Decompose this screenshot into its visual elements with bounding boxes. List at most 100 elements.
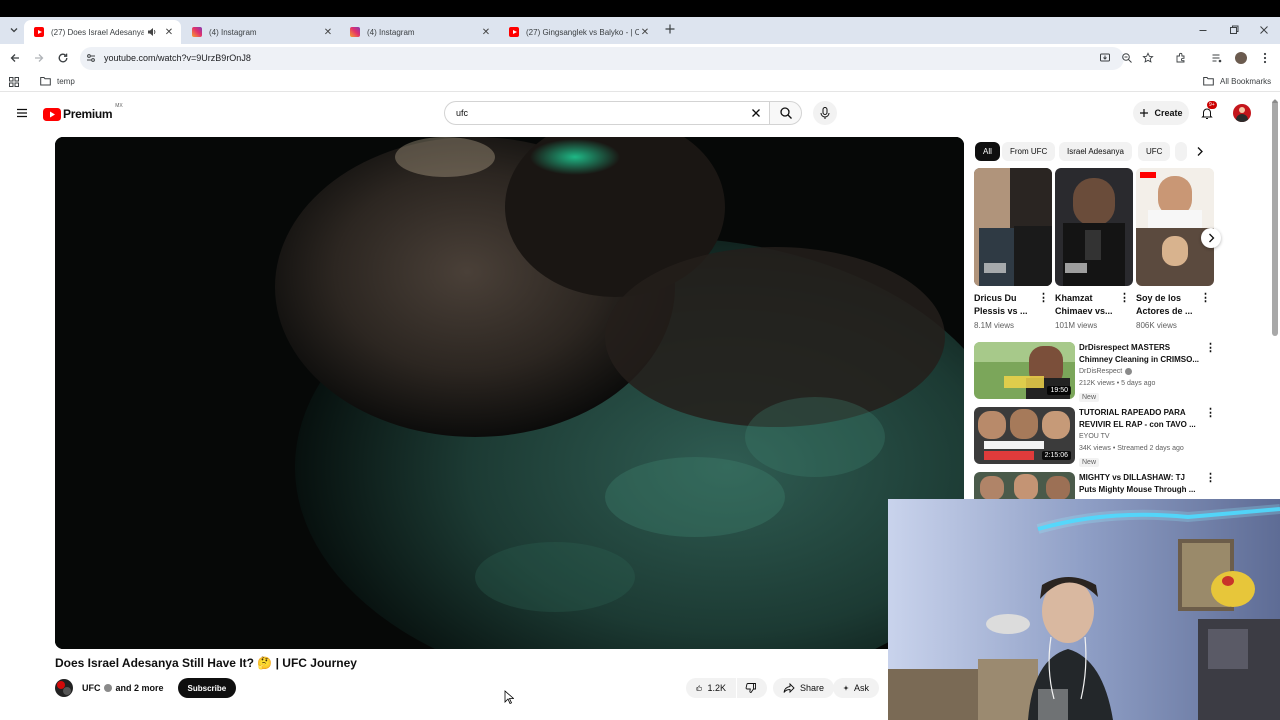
short-item[interactable]: Dricus Du Plessis vs ... 8.1M views ⋮ bbox=[974, 168, 1052, 330]
youtube-premium-logo[interactable]: Premium MX bbox=[43, 103, 123, 122]
tab-instagram-1[interactable]: (4) Instagram ✕ bbox=[182, 20, 340, 44]
scroll-up-arrow-icon[interactable] bbox=[1271, 98, 1279, 104]
account-avatar[interactable] bbox=[1233, 104, 1251, 122]
recommended-video[interactable]: 2:15:06 TUTORIAL RAPEADO PARA REVIVIR EL… bbox=[974, 407, 1216, 467]
tab-search-button[interactable] bbox=[8, 24, 20, 36]
ask-button[interactable]: Ask bbox=[833, 678, 879, 698]
extensions-icon[interactable] bbox=[1175, 52, 1187, 64]
voice-search-button[interactable] bbox=[813, 101, 837, 125]
close-tab-icon[interactable]: ✕ bbox=[163, 27, 175, 38]
more-options-icon[interactable]: ⋮ bbox=[1205, 343, 1216, 354]
like-button[interactable]: 1.2K bbox=[686, 678, 736, 698]
search-input[interactable]: ufc bbox=[456, 108, 468, 118]
video-thumbnail[interactable]: 19:50 bbox=[974, 342, 1075, 399]
more-channels-link[interactable]: and 2 more bbox=[116, 683, 164, 693]
thumbs-up-icon bbox=[696, 685, 703, 691]
chip-partial[interactable] bbox=[1175, 142, 1187, 161]
dislike-button[interactable] bbox=[737, 678, 767, 698]
video-title: DrDisrespect MASTERS Chimney Cleaning in… bbox=[1079, 343, 1200, 364]
search-box[interactable]: ufc bbox=[444, 101, 770, 125]
bookmarks-bar: temp All Bookmarks bbox=[0, 72, 1280, 92]
share-button[interactable]: Share bbox=[773, 678, 835, 698]
browser-menu-icon[interactable] bbox=[1261, 51, 1269, 65]
new-badge: New bbox=[1079, 458, 1100, 467]
site-info-icon[interactable] bbox=[86, 53, 96, 63]
address-toolbar: youtube.com/watch?v=9UrzB9rOnJ8 bbox=[0, 44, 1280, 72]
youtube-logo-icon bbox=[43, 107, 61, 121]
media-controls-icon[interactable] bbox=[1211, 52, 1223, 64]
video-title: TUTORIAL RAPEADO PARA REVIVIR EL RAP - c… bbox=[1079, 408, 1196, 429]
chip-all[interactable]: All bbox=[975, 142, 1000, 161]
short-thumbnail[interactable] bbox=[974, 168, 1052, 286]
more-options-icon[interactable]: ⋮ bbox=[1038, 293, 1049, 304]
folder-icon bbox=[40, 77, 51, 86]
channel-name[interactable]: UFC bbox=[82, 683, 101, 693]
recommended-video[interactable]: 19:50 DrDisrespect MASTERS Chimney Clean… bbox=[974, 342, 1216, 402]
short-thumbnail[interactable] bbox=[1136, 168, 1214, 286]
tab-title: (4) Instagram bbox=[209, 27, 257, 37]
share-label: Share bbox=[800, 683, 825, 693]
subscribe-button[interactable]: Subscribe bbox=[177, 678, 237, 698]
all-bookmarks-button[interactable]: All Bookmarks bbox=[1203, 76, 1271, 86]
close-tab-icon[interactable]: ✕ bbox=[639, 27, 651, 38]
short-title: Dricus Du Plessis vs ... bbox=[974, 293, 1028, 316]
close-window-button[interactable] bbox=[1257, 23, 1271, 37]
notifications-button[interactable]: 9+ bbox=[1200, 101, 1217, 122]
zoom-icon[interactable] bbox=[1121, 52, 1133, 64]
close-tab-icon[interactable]: ✕ bbox=[480, 27, 492, 38]
profile-avatar[interactable] bbox=[1235, 52, 1247, 64]
video-owner-row: UFC and 2 more Subscribe bbox=[55, 678, 237, 698]
more-options-icon[interactable]: ⋮ bbox=[1205, 408, 1216, 419]
short-item[interactable]: Soy de los Actores de ... 806K views ⋮ bbox=[1136, 168, 1214, 330]
guide-menu-button[interactable] bbox=[15, 106, 29, 120]
minimize-button[interactable] bbox=[1196, 23, 1210, 37]
more-options-icon[interactable]: ⋮ bbox=[1119, 293, 1130, 304]
chevron-right-icon bbox=[1197, 147, 1203, 156]
search-button[interactable] bbox=[769, 101, 802, 125]
region-badge: MX bbox=[115, 103, 123, 109]
more-options-icon[interactable]: ⋮ bbox=[1205, 473, 1216, 484]
tab-instagram-2[interactable]: (4) Instagram ✕ bbox=[340, 20, 498, 44]
bookmark-star-icon[interactable] bbox=[1142, 52, 1154, 64]
logo-text: Premium bbox=[63, 107, 113, 121]
restore-icon bbox=[1230, 25, 1239, 34]
chevron-down-icon bbox=[10, 28, 18, 33]
apps-grid-icon[interactable] bbox=[9, 77, 19, 87]
install-app-icon[interactable] bbox=[1099, 52, 1111, 64]
forward-button[interactable] bbox=[32, 51, 46, 65]
url-text[interactable]: youtube.com/watch?v=9UrzB9rOnJ8 bbox=[104, 53, 251, 63]
tab-title: (27) Gingsanglek vs Balyko - | C bbox=[526, 27, 639, 37]
tab-youtube-adesanya[interactable]: (27) Does Israel Adesanya S ✕ bbox=[24, 20, 181, 44]
create-button[interactable]: Create bbox=[1133, 101, 1189, 125]
shorts-next-button[interactable] bbox=[1201, 228, 1221, 248]
bookmark-folder-temp[interactable]: temp bbox=[40, 76, 75, 86]
new-tab-button[interactable] bbox=[663, 22, 677, 36]
chips-next-button[interactable] bbox=[1188, 142, 1212, 161]
page-scrollbar[interactable] bbox=[1272, 100, 1278, 336]
instagram-favicon-icon bbox=[350, 27, 360, 37]
close-tab-icon[interactable]: ✕ bbox=[322, 27, 334, 38]
reload-button[interactable] bbox=[56, 51, 70, 65]
video-thumbnail[interactable]: 2:15:06 bbox=[974, 407, 1075, 464]
back-button[interactable] bbox=[8, 51, 22, 65]
new-badge: New bbox=[1079, 393, 1100, 402]
short-item[interactable]: Khamzat Chimaev vs... 101M views ⋮ bbox=[1055, 168, 1133, 330]
microphone-icon bbox=[820, 107, 830, 119]
chip-israel-adesanya[interactable]: Israel Adesanya bbox=[1059, 142, 1132, 161]
video-player[interactable] bbox=[55, 137, 964, 649]
chip-from-ufc[interactable]: From UFC bbox=[1002, 142, 1056, 161]
speaker-icon[interactable] bbox=[147, 27, 160, 37]
tab-youtube-gingsanglek[interactable]: (27) Gingsanglek vs Balyko - | C ✕ bbox=[499, 20, 657, 44]
channel-avatar[interactable] bbox=[55, 679, 73, 697]
chip-label: From UFC bbox=[1010, 147, 1048, 156]
more-options-icon[interactable]: ⋮ bbox=[1200, 293, 1211, 304]
verified-badge-icon bbox=[1125, 368, 1133, 375]
youtube-favicon-icon bbox=[509, 27, 519, 37]
video-title: Does Israel Adesanya Still Have It? 🤔 | … bbox=[55, 656, 357, 670]
short-thumbnail[interactable] bbox=[1055, 168, 1133, 286]
video-duration: 19:50 bbox=[1047, 386, 1071, 395]
clear-search-button[interactable] bbox=[750, 107, 762, 119]
maximize-button[interactable] bbox=[1227, 23, 1241, 37]
chip-ufc[interactable]: UFC bbox=[1138, 142, 1171, 161]
chevron-right-icon bbox=[1209, 233, 1215, 243]
